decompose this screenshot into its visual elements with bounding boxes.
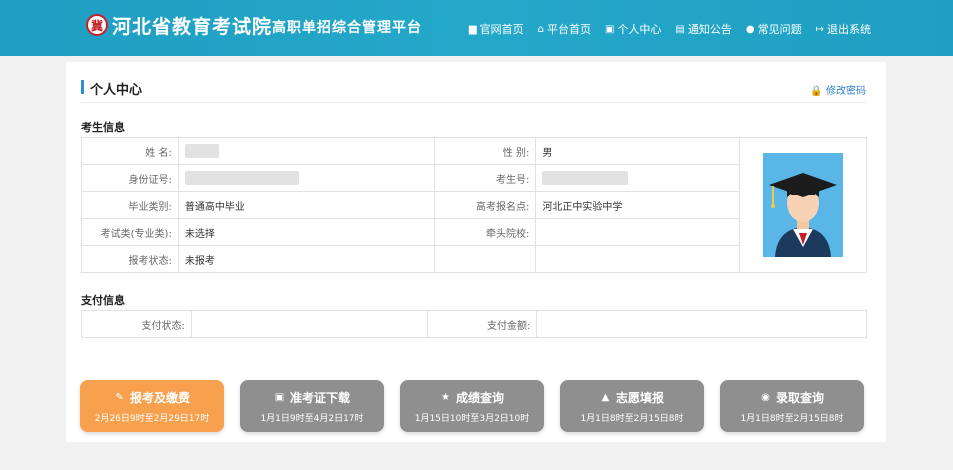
registration-status-value: 未报考 (177, 245, 435, 273)
lead-school-label: 牵头院校: (433, 218, 537, 246)
name-label: 姓 名: (81, 137, 179, 165)
chat-icon: ● (745, 23, 755, 35)
nav-personal-center[interactable]: ▣ 个人中心 (605, 21, 661, 37)
id-number-label: 身份证号: (81, 164, 179, 192)
empty-cell (535, 245, 741, 273)
table-row: 支付状态: 支付金额: (81, 310, 867, 338)
payment-amount-value (536, 310, 867, 338)
photo-cell (739, 137, 867, 273)
nav-official-home[interactable]: ▆ 官网首页 (469, 21, 524, 37)
top-nav: ▆ 官网首页 ⌂ 平台首页 ▣ 个人中心 ▤ 通知公告 ● 常见问题 ↦ 退出系统 (469, 21, 871, 37)
exam-class-label: 考试类(专业类): (81, 218, 179, 246)
exam-class-value: 未选择 (177, 218, 435, 246)
lock-icon: 🔒 (810, 86, 823, 97)
change-password-link[interactable]: 🔒 修改密码 (810, 82, 866, 97)
empty-cell (433, 245, 537, 273)
student-info-label: 考生信息 (81, 121, 125, 134)
title-divider (81, 102, 866, 103)
graduation-cap-icon: ▲ (601, 391, 610, 403)
nav-platform-home[interactable]: ⌂ 平台首页 (538, 21, 591, 37)
document-icon: ▤ (675, 23, 685, 35)
site-title: 河北省教育考试院 (112, 16, 273, 38)
user-edit-icon: ✎ (115, 391, 124, 403)
redacted-id-number (184, 171, 299, 185)
id-number-value (177, 164, 435, 192)
student-photo (763, 153, 844, 257)
nav-logout[interactable]: ↦ 退出系统 (816, 21, 871, 37)
logout-icon: ↦ (815, 23, 824, 35)
gaokao-site-value: 河北正中实验中学 (535, 191, 741, 219)
payment-status-value (190, 310, 428, 338)
admission-ticket-download-button[interactable]: ▣ 准考证下载 1月1日9时至4月2日17时 (240, 380, 384, 432)
registration-status-label: 报考状态: (81, 245, 179, 273)
exam-number-value (535, 164, 741, 192)
application-fill-button[interactable]: ▲ 志愿填报 1月1日8时至2月15日8时 (560, 380, 704, 432)
redacted-exam-number (542, 171, 629, 185)
graduate-avatar-icon (763, 153, 844, 257)
platform-subtitle: 高职单招综合管理平台 (272, 20, 422, 36)
lead-school-value (535, 218, 741, 246)
name-value (177, 137, 435, 165)
gender-value: 男 (535, 137, 741, 165)
exam-number-label: 考生号: (433, 164, 537, 192)
payment-status-label: 支付状态: (81, 310, 192, 338)
table-row: 姓 名: 性 别: 男 (81, 137, 867, 273)
admission-ticket-dates: 1月1日9时至4月2日17时 (260, 413, 364, 424)
application-fill-dates: 1月1日8时至2月15日8时 (580, 413, 684, 424)
top-header: 冀 河北省教育考试院 高职单招综合管理平台 ▆ 官网首页 ⌂ 平台首页 ▣ 个人中心 … (0, 0, 953, 56)
house-icon: ⌂ (537, 23, 544, 35)
id-card-icon: ▣ (274, 391, 285, 403)
page-title: 个人中心 (90, 83, 143, 98)
nav-announcements[interactable]: ▤ 通知公告 (675, 21, 731, 37)
graduation-type-label: 毕业类别: (81, 191, 179, 219)
register-and-pay-button[interactable]: ✎ 报考及缴费 2月26日9时至2月29日17时 (80, 380, 224, 432)
admission-query-dates: 1月1日8时至2月15日8时 (740, 413, 844, 424)
star-icon: ★ (441, 391, 450, 403)
redacted-name (184, 144, 219, 158)
search-doc-icon: ◉ (761, 391, 770, 403)
payment-amount-label: 支付金额: (426, 310, 538, 338)
home-icon: ▆ (468, 23, 477, 35)
payment-info-table: 支付状态: 支付金额: (81, 310, 867, 338)
section-accent-bar (81, 80, 84, 94)
user-card-icon: ▣ (604, 23, 615, 35)
gender-label: 性 别: (433, 137, 537, 165)
gaokao-site-label: 高考报名点: (433, 191, 537, 219)
nav-faq[interactable]: ● 常见问题 (746, 21, 802, 37)
register-and-pay-dates: 2月26日9时至2月29日17时 (94, 413, 210, 424)
admission-query-button[interactable]: ◉ 录取查询 1月1日8时至2月15日8时 (720, 380, 864, 432)
graduation-type-value: 普通高中毕业 (177, 191, 435, 219)
payment-info-label: 支付信息 (81, 294, 125, 307)
score-query-button[interactable]: ★ 成绩查询 1月15日10时至3月2日10时 (400, 380, 544, 432)
score-query-dates: 1月15日10时至3月2日10时 (414, 413, 530, 424)
exam-authority-logo-icon: 冀 (86, 14, 108, 36)
student-info-table: 姓 名: 性 别: 男 身份证号: 考生号: 毕业类别: 普通高中毕业 高考报名… (81, 137, 867, 273)
action-buttons: ✎ 报考及缴费 2月26日9时至2月29日17时 ▣ 准考证下载 1月1日9时至4月… (80, 380, 864, 432)
